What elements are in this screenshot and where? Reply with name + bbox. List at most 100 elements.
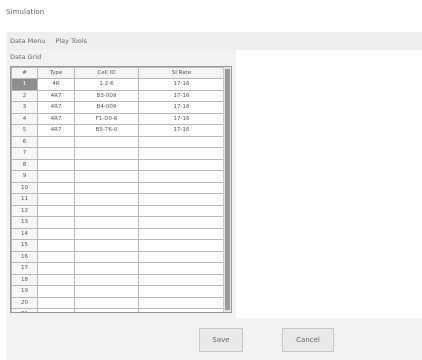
rate-cell[interactable] bbox=[138, 170, 225, 183]
cell-id-cell[interactable] bbox=[74, 308, 139, 312]
cell-id-cell[interactable] bbox=[74, 158, 139, 171]
type-cell[interactable] bbox=[37, 204, 75, 217]
row-number-cell[interactable]: 8 bbox=[11, 158, 38, 171]
table-row[interactable]: 13 bbox=[11, 216, 225, 229]
row-number-cell[interactable]: 15 bbox=[11, 239, 38, 252]
row-number-cell[interactable]: 9 bbox=[11, 170, 38, 183]
cell-id-cell[interactable] bbox=[74, 193, 139, 206]
cell-id-cell[interactable] bbox=[74, 273, 139, 286]
rate-cell[interactable]: 17-16 bbox=[138, 124, 225, 137]
cell-id-cell[interactable] bbox=[74, 227, 139, 240]
rate-cell[interactable] bbox=[138, 227, 225, 240]
row-number-cell[interactable]: 21 bbox=[11, 308, 38, 312]
column-header-cell-id[interactable]: Cell ID bbox=[74, 67, 139, 79]
type-cell[interactable]: 4R7 bbox=[37, 101, 75, 114]
table-row[interactable]: 8 bbox=[11, 158, 225, 171]
rate-cell[interactable] bbox=[138, 158, 225, 171]
type-cell[interactable] bbox=[37, 135, 75, 148]
table-row[interactable]: 18 bbox=[11, 273, 225, 286]
row-number-cell[interactable]: 17 bbox=[11, 262, 38, 275]
cell-id-cell[interactable] bbox=[74, 296, 139, 309]
row-number-cell[interactable]: 2 bbox=[11, 89, 38, 102]
table-row[interactable]: 19 bbox=[11, 285, 225, 298]
type-cell[interactable] bbox=[37, 239, 75, 252]
row-number-cell[interactable]: 1 bbox=[11, 78, 38, 91]
rate-cell[interactable]: 17-16 bbox=[138, 89, 225, 102]
rate-cell[interactable] bbox=[138, 239, 225, 252]
type-cell[interactable] bbox=[37, 308, 75, 312]
type-cell[interactable]: 4R7 bbox=[37, 89, 75, 102]
table-row[interactable]: 15 bbox=[11, 239, 225, 252]
row-number-cell[interactable]: 13 bbox=[11, 216, 38, 229]
rate-cell[interactable] bbox=[138, 193, 225, 206]
menu-item-play-tools[interactable]: Play Tools bbox=[53, 36, 89, 46]
table-row[interactable]: 17 bbox=[11, 262, 225, 275]
cell-id-cell[interactable]: B5-76-0 bbox=[74, 124, 139, 137]
type-cell[interactable] bbox=[37, 250, 75, 263]
cell-id-cell[interactable] bbox=[74, 204, 139, 217]
rate-cell[interactable] bbox=[138, 216, 225, 229]
scrollbar-thumb[interactable] bbox=[225, 69, 230, 310]
cell-id-cell[interactable] bbox=[74, 147, 139, 160]
table-row[interactable]: 16 bbox=[11, 250, 225, 263]
table-row[interactable]: 3 4R7 B4-009 17-16 bbox=[11, 101, 225, 114]
table-row[interactable]: 14 bbox=[11, 227, 225, 240]
table-row[interactable]: 20 bbox=[11, 296, 225, 309]
cell-id-cell[interactable]: B4-009 bbox=[74, 101, 139, 114]
cell-id-cell[interactable] bbox=[74, 135, 139, 148]
type-cell[interactable] bbox=[37, 262, 75, 275]
row-number-cell[interactable]: 5 bbox=[11, 124, 38, 137]
vertical-scrollbar[interactable] bbox=[223, 67, 231, 312]
cell-id-cell[interactable] bbox=[74, 170, 139, 183]
row-number-cell[interactable]: 18 bbox=[11, 273, 38, 286]
table-row[interactable]: 4 4R7 F1-D0-6 17-16 bbox=[11, 112, 225, 125]
row-number-cell[interactable]: 10 bbox=[11, 181, 38, 194]
cell-id-cell[interactable] bbox=[74, 239, 139, 252]
row-number-cell[interactable]: 14 bbox=[11, 227, 38, 240]
type-cell[interactable] bbox=[37, 216, 75, 229]
cell-id-cell[interactable] bbox=[74, 285, 139, 298]
save-button[interactable]: Save bbox=[199, 328, 243, 352]
table-row[interactable]: 21 bbox=[11, 308, 225, 312]
cell-id-cell[interactable]: 1.2-6 bbox=[74, 78, 139, 91]
cell-id-cell[interactable]: F1-D0-6 bbox=[74, 112, 139, 125]
row-number-cell[interactable]: 12 bbox=[11, 204, 38, 217]
rate-cell[interactable]: 17-16 bbox=[138, 101, 225, 114]
type-cell[interactable] bbox=[37, 296, 75, 309]
type-cell[interactable] bbox=[37, 170, 75, 183]
type-cell[interactable]: 4R bbox=[37, 78, 75, 91]
cell-id-cell[interactable] bbox=[74, 250, 139, 263]
table-row[interactable]: 9 bbox=[11, 170, 225, 183]
type-cell[interactable] bbox=[37, 181, 75, 194]
rate-cell[interactable] bbox=[138, 285, 225, 298]
cell-id-cell[interactable] bbox=[74, 181, 139, 194]
rate-cell[interactable] bbox=[138, 181, 225, 194]
rate-cell[interactable] bbox=[138, 135, 225, 148]
rate-cell[interactable] bbox=[138, 147, 225, 160]
type-cell[interactable] bbox=[37, 227, 75, 240]
rate-cell[interactable] bbox=[138, 308, 225, 312]
row-number-cell[interactable]: 11 bbox=[11, 193, 38, 206]
rate-cell[interactable] bbox=[138, 296, 225, 309]
table-row[interactable]: 2 4R7 B3-009 17-16 bbox=[11, 89, 225, 102]
type-cell[interactable] bbox=[37, 193, 75, 206]
column-header-number[interactable]: # bbox=[11, 67, 38, 79]
table-row[interactable]: 12 bbox=[11, 204, 225, 217]
rate-cell[interactable] bbox=[138, 273, 225, 286]
table-row[interactable]: 10 bbox=[11, 181, 225, 194]
rate-cell[interactable] bbox=[138, 204, 225, 217]
row-number-cell[interactable]: 7 bbox=[11, 147, 38, 160]
cancel-button[interactable]: Cancel bbox=[282, 328, 334, 352]
table-row[interactable]: 6 bbox=[11, 135, 225, 148]
cell-id-cell[interactable] bbox=[74, 262, 139, 275]
type-cell[interactable] bbox=[37, 273, 75, 286]
row-number-cell[interactable]: 20 bbox=[11, 296, 38, 309]
type-cell[interactable] bbox=[37, 158, 75, 171]
rate-cell[interactable] bbox=[138, 262, 225, 275]
rate-cell[interactable] bbox=[138, 250, 225, 263]
menu-item-data-menu[interactable]: Data Menu bbox=[8, 36, 47, 46]
type-cell[interactable]: 4R7 bbox=[37, 112, 75, 125]
row-number-cell[interactable]: 4 bbox=[11, 112, 38, 125]
type-cell[interactable]: 4R7 bbox=[37, 124, 75, 137]
row-number-cell[interactable]: 6 bbox=[11, 135, 38, 148]
